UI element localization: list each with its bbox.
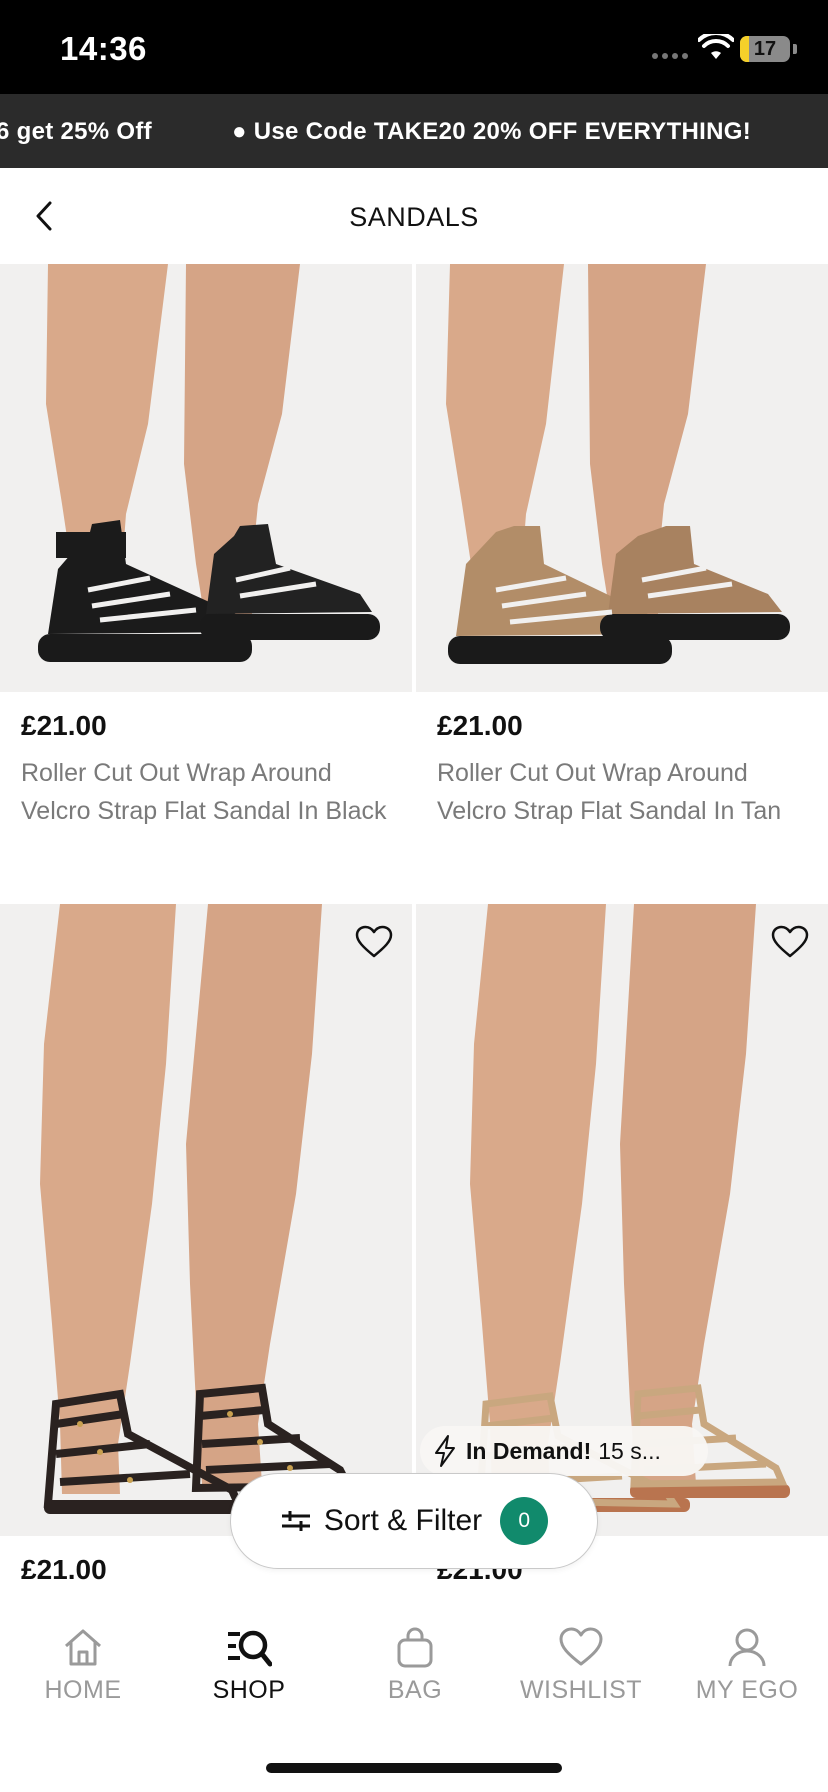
tab-home[interactable]: HOME: [0, 1624, 166, 1705]
product-image[interactable]: [0, 264, 412, 692]
promo-text: 6 get 25% Off: [0, 118, 152, 145]
tab-shop[interactable]: SHOP: [166, 1624, 332, 1705]
home-indicator: [266, 1763, 562, 1773]
product-price: £21.00: [21, 710, 107, 741]
in-demand-title: In Demand!: [466, 1437, 592, 1464]
status-bar: 14:36 17: [0, 0, 828, 94]
battery-icon: 17: [740, 36, 790, 62]
tab-my-ego[interactable]: MY EGO: [664, 1624, 828, 1705]
tab-label: MY EGO: [695, 1676, 799, 1704]
signal-icon: [652, 53, 688, 59]
heart-icon: [355, 925, 393, 958]
product-name: Roller Cut Out Wrap Around Velcro Strap …: [437, 759, 782, 825]
shop-search-icon: [228, 1630, 272, 1667]
tab-wishlist[interactable]: WISHLIST: [498, 1624, 664, 1705]
sort-filter-button[interactable]: Sort & Filter 0: [230, 1473, 598, 1569]
sort-filter-label: Sort & Filter: [323, 1504, 483, 1537]
promo-text: ● Use Code TAKE20 20% OFF EVERYTHING!: [232, 118, 752, 145]
bag-icon: [397, 1627, 433, 1668]
user-icon: [728, 1628, 766, 1667]
wishlist-button[interactable]: [768, 920, 812, 964]
product-grid: £21.00 Roller Cut Out Wrap Around Velcro…: [0, 264, 828, 1594]
wishlist-button[interactable]: [352, 920, 396, 964]
filter-count-badge: 0: [500, 1497, 549, 1545]
product-price: £21.00: [437, 710, 523, 741]
in-demand-badge: In Demand! 15 s...: [420, 1426, 708, 1476]
lightning-icon: [435, 1435, 455, 1467]
tab-label: SHOP: [212, 1676, 286, 1704]
header: SANDALS: [0, 168, 828, 264]
heart-icon: [559, 1627, 603, 1666]
tab-bag[interactable]: BAG: [332, 1624, 498, 1705]
home-icon: [65, 1629, 101, 1666]
product-image[interactable]: [0, 904, 412, 1536]
battery-level: 17: [753, 38, 777, 60]
product-image[interactable]: [416, 264, 828, 692]
product-card[interactable]: £21.00 Roller Cut Out Wrap Around Velcro…: [416, 264, 828, 904]
product-price: £21.00: [21, 1554, 107, 1585]
tab-label: BAG: [387, 1676, 443, 1704]
wifi-icon: [698, 34, 734, 59]
in-demand-text: 15 s...: [598, 1437, 661, 1464]
promo-banner[interactable]: 6 get 25% Off ● Use Code TAKE20 20% OFF …: [0, 94, 828, 168]
page-title: SANDALS: [349, 202, 479, 232]
product-card[interactable]: £21.00 Roller Cut Out Wrap Around Velcro…: [0, 264, 412, 904]
heart-icon: [771, 925, 809, 958]
status-time: 14:36: [60, 30, 147, 67]
tab-label: WISHLIST: [519, 1676, 643, 1704]
tab-label: HOME: [44, 1676, 122, 1704]
sliders-icon: [281, 1511, 310, 1531]
product-name: Roller Cut Out Wrap Around Velcro Strap …: [21, 759, 387, 825]
